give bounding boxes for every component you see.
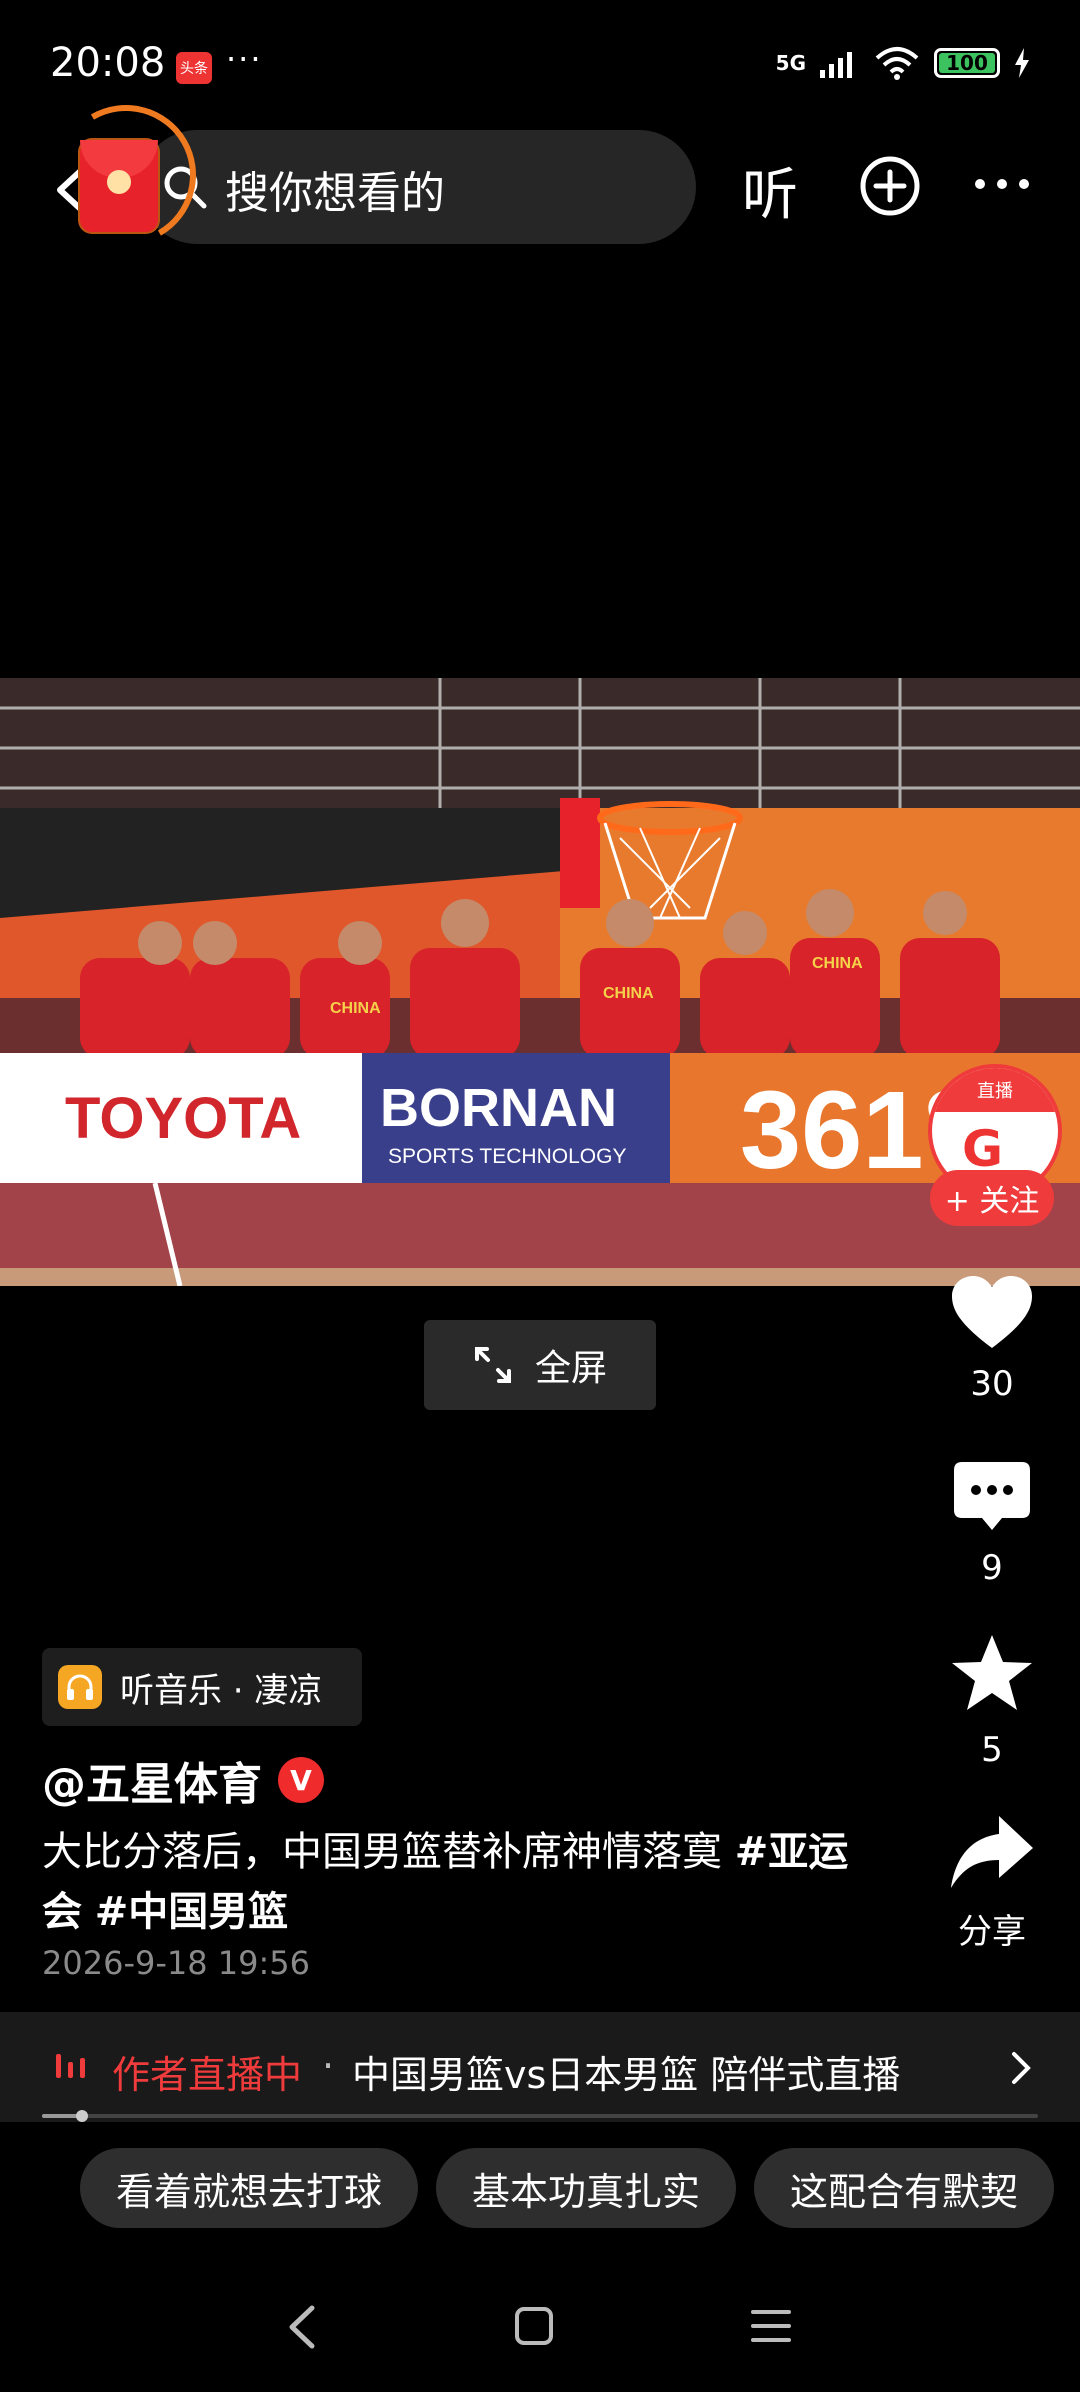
svg-text:CHINA: CHINA: [603, 985, 654, 1002]
share-label: 分享: [958, 1912, 1026, 1952]
comment-count: 9: [981, 1548, 1003, 1588]
video-frame: CHINA CHINA CHINA TOYOTA BORNAN SPORTS T…: [0, 678, 1080, 1286]
expand-icon: [474, 1347, 511, 1383]
suggestion-chip[interactable]: 看着就想去打球: [80, 2148, 419, 2228]
search-placeholder[interactable]: 搜你想看的: [225, 157, 445, 221]
nav-home-icon[interactable]: [514, 2306, 554, 2346]
network-type: 5G: [775, 51, 806, 75]
red-envelope-icon[interactable]: [80, 140, 158, 232]
share-arrow-icon: [951, 1816, 1033, 1888]
live-banner[interactable]: 作者直播中 · 中国男篮vs日本男篮 陪伴式直播: [0, 2012, 1080, 2122]
headphones-icon: [58, 1665, 102, 1709]
status-time: 20:08: [50, 40, 166, 86]
video-player[interactable]: CHINA CHINA CHINA TOYOTA BORNAN SPORTS T…: [0, 678, 1080, 1286]
svg-text:CHINA: CHINA: [330, 1000, 381, 1017]
post-caption: 大比分落后，中国男篮替补席神情落寞 #亚运会 #中国男篮: [42, 1822, 872, 1942]
comment-suggestions: 看着就想去打球 基本功真扎实 这配合有默契: [80, 2148, 1055, 2228]
video-progress-handle[interactable]: [75, 2110, 88, 2122]
fullscreen-button[interactable]: 全屏: [424, 1320, 656, 1410]
live-status: 作者直播中: [112, 2053, 303, 2097]
charging-icon: [1015, 48, 1029, 78]
status-bar: 20:08 头条 ··· 5G 100: [0, 0, 1080, 130]
svg-text:CHINA: CHINA: [812, 955, 863, 972]
comment-icon: [954, 1462, 1030, 1530]
post-time: 2026-9-18 19:56: [42, 1944, 310, 1982]
nav-back-icon[interactable]: [284, 2302, 320, 2352]
ad-board-bornan: BORNAN: [380, 1078, 617, 1138]
star-icon: [952, 1635, 1032, 1710]
wifi-icon: [875, 47, 919, 80]
red-envelope-seal: [107, 170, 131, 194]
hashtag-china-basketball[interactable]: #中国男篮: [95, 1889, 289, 1935]
listen-button[interactable]: 听: [742, 150, 798, 231]
heart-icon: [952, 1276, 1032, 1348]
verified-icon: V: [278, 1757, 324, 1803]
more-notifications-icon: ···: [226, 40, 263, 78]
more-options-icon[interactable]: [970, 164, 1034, 204]
live-separator: ·: [322, 2044, 335, 2088]
author-name[interactable]: @五星体育: [42, 1748, 262, 1812]
chevron-right-icon: [1012, 2052, 1031, 2084]
battery-level: 100: [946, 51, 988, 75]
suggestion-chip[interactable]: 基本功真扎实: [436, 2148, 737, 2228]
music-chip[interactable]: 听音乐 · 凄凉: [42, 1648, 362, 1726]
battery-icon: 100: [934, 48, 1000, 78]
music-title: 听音乐 · 凄凉: [120, 1670, 323, 1711]
nav-menu-icon[interactable]: [750, 2306, 792, 2346]
signal-icon: [820, 52, 852, 78]
status-indicators: 5G 100: [776, 46, 1030, 80]
live-bars-icon: [56, 2054, 85, 2078]
comment-action[interactable]: 9: [940, 1460, 1044, 1588]
ad-board-toyota: TOYOTA: [65, 1086, 301, 1151]
caption-text: 大比分落后，中国男篮替补席神情落寞: [42, 1829, 735, 1875]
fullscreen-label: 全屏: [534, 1348, 607, 1389]
favorite-action[interactable]: 5: [940, 1632, 1044, 1770]
suggestion-chip[interactable]: 这配合有默契: [754, 2148, 1055, 2228]
live-badge-label: 直播: [932, 1068, 1058, 1112]
author-line[interactable]: @五星体育 V: [42, 1748, 324, 1812]
favorite-count: 5: [981, 1730, 1003, 1770]
top-bar: 搜你想看的 听: [0, 89, 1080, 261]
live-title: 中国男篮vs日本男篮 陪伴式直播: [352, 2053, 901, 2097]
like-count: 30: [970, 1364, 1014, 1404]
share-action[interactable]: 分享: [940, 1814, 1044, 1953]
add-circle-icon[interactable]: [858, 154, 922, 218]
system-nav-bar: [0, 2270, 1080, 2392]
like-action[interactable]: 30: [940, 1274, 1044, 1404]
app-notification-badge: 头条: [176, 52, 212, 84]
ad-board-bornan-sub: SPORTS TECHNOLOGY: [388, 1145, 626, 1168]
video-progress-bar[interactable]: [42, 2110, 1038, 2122]
follow-button[interactable]: + 关注: [930, 1170, 1054, 1226]
